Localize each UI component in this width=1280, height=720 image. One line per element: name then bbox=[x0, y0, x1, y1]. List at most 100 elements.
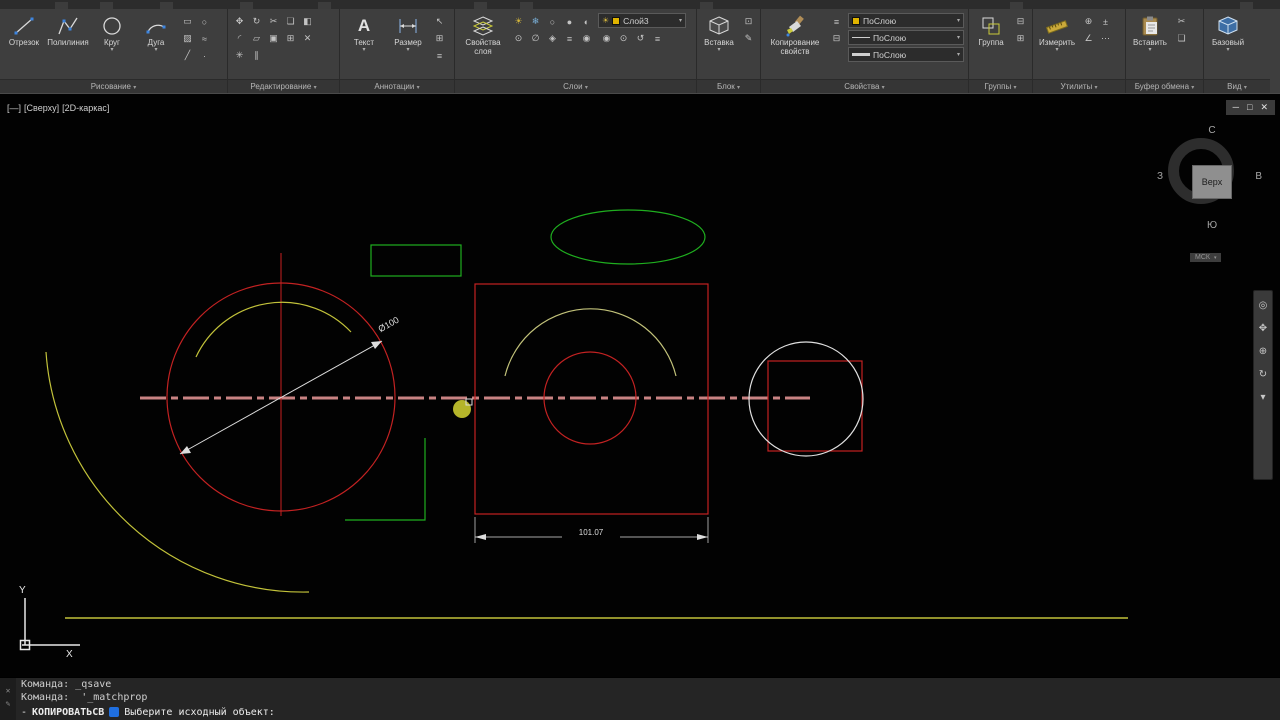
edit-block-icon[interactable]: ✎ bbox=[740, 30, 757, 47]
inner-yellow-arc-entity[interactable] bbox=[195, 301, 352, 358]
scale-icon[interactable]: ▣ bbox=[265, 30, 282, 47]
panel-label-utilities[interactable]: Утилиты ▾ bbox=[1033, 79, 1125, 93]
move-icon[interactable]: ✥ bbox=[231, 13, 248, 30]
rotate-icon[interactable]: ↻ bbox=[248, 13, 265, 30]
group-button[interactable]: Группа bbox=[971, 11, 1011, 47]
layer-properties-button[interactable]: Свойства слоя bbox=[457, 11, 509, 56]
layer-unisolate-icon[interactable]: ◐ bbox=[578, 13, 595, 30]
utilities-more-icon[interactable]: ⋯ bbox=[1097, 30, 1114, 47]
id-point-icon[interactable]: ⊕ bbox=[1080, 13, 1097, 30]
orbit-icon[interactable]: ↻ bbox=[1259, 369, 1267, 380]
panel-label-view[interactable]: Вид ▾ bbox=[1204, 79, 1270, 93]
panel-label-modify[interactable]: Редактирование ▾ bbox=[228, 79, 339, 93]
layer-on-icon[interactable]: ☀ bbox=[510, 13, 527, 30]
viewcube-south[interactable]: Ю bbox=[1159, 220, 1265, 231]
navigation-wheel-icon[interactable]: ◎ bbox=[1259, 300, 1268, 311]
layer-off-icon[interactable]: ○ bbox=[544, 13, 561, 30]
mirror-icon[interactable]: ◧ bbox=[299, 13, 316, 30]
viewcube-west[interactable]: З bbox=[1157, 171, 1163, 182]
panel-label-clipboard[interactable]: Буфер обмена ▾ bbox=[1126, 79, 1203, 93]
panel-label-properties[interactable]: Свойства ▾ bbox=[761, 79, 968, 93]
selection-grip[interactable] bbox=[453, 398, 473, 418]
viewcube-north[interactable]: С bbox=[1159, 125, 1265, 136]
panel-label-block[interactable]: Блок ▾ bbox=[697, 79, 760, 93]
viewcube-east[interactable]: В bbox=[1255, 171, 1262, 182]
layer-freeze-icon[interactable]: ❄ bbox=[527, 13, 544, 30]
diameter-dimension-entity[interactable]: Ø100 bbox=[179, 315, 401, 455]
layer-list-icon[interactable]: ≡ bbox=[649, 30, 666, 47]
insert-button[interactable]: Вставка ▾ bbox=[699, 11, 739, 54]
properties-list-icon[interactable]: ≡ bbox=[828, 13, 845, 30]
rectangle-icon[interactable]: ▭ bbox=[179, 13, 196, 30]
paste-flyout-caret[interactable]: ▾ bbox=[1148, 47, 1151, 54]
dimension-button[interactable]: Размер ▾ bbox=[386, 11, 430, 54]
properties-palette-icon[interactable]: ⊟ bbox=[828, 30, 845, 47]
yellow-arc-entity[interactable] bbox=[45, 351, 310, 593]
layer-dropdown[interactable]: ☀ Слой3 ▾ bbox=[598, 13, 686, 28]
arc-flyout-caret[interactable]: ▾ bbox=[154, 47, 157, 54]
offset-icon[interactable]: ∥ bbox=[248, 47, 265, 64]
arc-button[interactable]: Дуга ▾ bbox=[134, 11, 178, 54]
model-space[interactable]: Ø100 101.07 Y X [—] [Сверху] [2D-каркас]… bbox=[0, 93, 1280, 677]
base-view-caret[interactable]: ▾ bbox=[1226, 47, 1229, 54]
fillet-icon[interactable]: ◜ bbox=[231, 30, 248, 47]
hatch-icon[interactable]: ▨ bbox=[179, 30, 196, 47]
point-icon[interactable]: · bbox=[196, 47, 213, 64]
match-properties-button[interactable]: Копирование свойств bbox=[763, 11, 827, 56]
lineweight-dropdown[interactable]: ПоСлою ▾ bbox=[848, 47, 964, 62]
layer-undo-icon[interactable]: ↺ bbox=[632, 30, 649, 47]
quick-calc-icon[interactable]: ± bbox=[1097, 13, 1114, 30]
panel-label-groups[interactable]: Группы ▾ bbox=[969, 79, 1032, 93]
base-view-button[interactable]: Базовый ▾ bbox=[1206, 11, 1250, 54]
viewport-menu-control[interactable]: [—] bbox=[7, 103, 21, 113]
layer-isolate-icon[interactable]: ● bbox=[561, 13, 578, 30]
drawing-canvas[interactable]: Ø100 101.07 Y X bbox=[0, 94, 1280, 678]
trim-icon[interactable]: ✂ bbox=[265, 13, 282, 30]
erase-icon[interactable]: ✕ bbox=[299, 30, 316, 47]
angle-icon[interactable]: ∠ bbox=[1080, 30, 1097, 47]
command-customize-icon[interactable]: ✎ bbox=[6, 699, 11, 708]
create-block-icon[interactable]: ⊡ bbox=[740, 13, 757, 30]
linetype-dropdown[interactable]: ПоСлою ▾ bbox=[848, 30, 964, 45]
layer-prev-icon[interactable]: ⊙ bbox=[615, 30, 632, 47]
green-ellipse-entity[interactable] bbox=[550, 209, 706, 265]
leader-icon[interactable]: ↖ bbox=[431, 13, 448, 30]
wcs-dropdown[interactable]: МСК ▾ bbox=[1190, 253, 1222, 262]
circle-flyout-caret[interactable]: ▾ bbox=[110, 47, 113, 54]
zoom-icon[interactable]: ⊕ bbox=[1259, 346, 1267, 357]
ray-icon[interactable]: ╱ bbox=[179, 47, 196, 64]
dimension-flyout-caret[interactable]: ▾ bbox=[406, 47, 409, 54]
viewcube[interactable]: Верх С Ю З В bbox=[1157, 125, 1265, 236]
viewport-view-control[interactable]: [Сверху] bbox=[24, 103, 59, 113]
command-close-icon[interactable]: ✕ bbox=[6, 686, 11, 695]
ellipse-icon[interactable]: ○ bbox=[196, 13, 213, 30]
layer-delete-icon[interactable]: ∅ bbox=[527, 30, 544, 47]
text-flyout-caret[interactable]: ▾ bbox=[362, 47, 365, 54]
panel-label-draw[interactable]: Рисование ▾ bbox=[0, 79, 227, 93]
object-color-dropdown[interactable]: ПоСлою ▾ bbox=[848, 13, 964, 28]
measure-button[interactable]: Измерить ▾ bbox=[1035, 11, 1079, 54]
copy-icon[interactable]: ❏ bbox=[282, 13, 299, 30]
table-icon[interactable]: ⊞ bbox=[431, 30, 448, 47]
array-icon[interactable]: ⊞ bbox=[282, 30, 299, 47]
restore-button[interactable]: □ bbox=[1247, 102, 1252, 113]
ungroup-icon[interactable]: ⊟ bbox=[1012, 13, 1029, 30]
prompt-options-icon[interactable] bbox=[109, 707, 120, 717]
make-current-icon[interactable]: ◉ bbox=[598, 30, 615, 47]
square-yellow-arc-entity[interactable] bbox=[504, 308, 677, 377]
measure-flyout-caret[interactable]: ▾ bbox=[1055, 47, 1058, 54]
navbar-more-icon[interactable]: ▾ bbox=[1260, 392, 1265, 403]
layer-current-icon[interactable]: ◉ bbox=[578, 30, 595, 47]
insert-flyout-caret[interactable]: ▾ bbox=[717, 47, 720, 54]
cut-icon[interactable]: ✂ bbox=[1173, 13, 1190, 30]
revision-cloud-icon[interactable]: ≈ bbox=[196, 30, 213, 47]
close-button[interactable]: ✕ bbox=[1260, 102, 1268, 113]
green-rectangle-entity[interactable] bbox=[370, 244, 462, 277]
linear-dimension-entity[interactable]: 101.07 bbox=[474, 517, 709, 543]
pan-icon[interactable]: ✥ bbox=[1259, 323, 1267, 334]
explode-icon[interactable]: ✳ bbox=[231, 47, 248, 64]
panel-label-annotation[interactable]: Аннотации ▾ bbox=[340, 79, 454, 93]
command-prompt[interactable]: - КОПИРОВАТЬСВ Выберите исходный объект: bbox=[16, 704, 1280, 720]
circle-button[interactable]: Круг ▾ bbox=[90, 11, 134, 54]
viewport-visualstyle-control[interactable]: [2D-каркас] bbox=[62, 103, 109, 113]
